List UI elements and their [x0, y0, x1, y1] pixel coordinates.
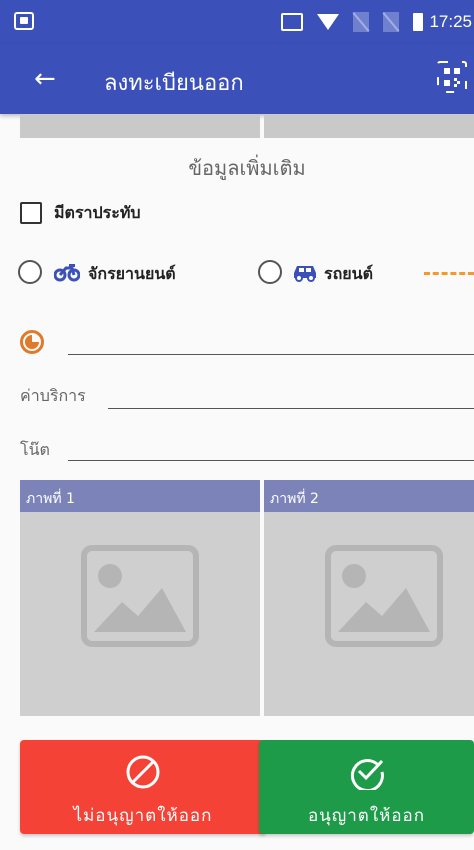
- image-placeholder-icon: [81, 545, 199, 647]
- cast-icon: [281, 13, 304, 31]
- fee-input[interactable]: [108, 408, 474, 409]
- check-circle-icon: [350, 759, 384, 790]
- prohibited-icon: [126, 755, 160, 789]
- deny-exit-button[interactable]: ไม่อนุญาตให้ออก: [20, 740, 266, 834]
- page-title: ลงทะเบียนออก: [104, 71, 244, 96]
- screen-capture-icon: [14, 12, 34, 30]
- car-label: รถยนต์: [324, 264, 373, 283]
- battery-icon: [413, 13, 424, 31]
- image-placeholder-icon: [325, 545, 443, 647]
- stamp-row[interactable]: มีตราประทับ: [20, 198, 141, 228]
- back-arrow-icon[interactable]: ←: [34, 66, 56, 92]
- photo-slot-2[interactable]: ภาพที่ 2: [264, 480, 474, 716]
- photo-slot-1[interactable]: ภาพที่ 1: [20, 480, 260, 716]
- note-label: โน๊ต: [20, 440, 50, 459]
- no-sim-icon: [353, 12, 370, 32]
- top-card-1: [20, 114, 260, 138]
- time-icon: [20, 330, 44, 354]
- section-title: ข้อมูลเพิ่มเติม: [188, 156, 306, 180]
- radio-car[interactable]: [258, 260, 282, 284]
- qr-scan-icon[interactable]: [437, 61, 467, 93]
- note-input[interactable]: [68, 460, 474, 461]
- deny-exit-label: ไม่อนุญาตให้ออก: [73, 806, 213, 826]
- radio-motorcycle[interactable]: [18, 260, 42, 284]
- photo-1-label: ภาพที่ 1: [20, 480, 260, 512]
- allow-exit-label: อนุญาตให้ออก: [307, 806, 426, 826]
- app-bar: ← ลงทะเบียนออก: [0, 44, 474, 114]
- vehicle-type-group: จักรยานยนต์ รถยนต์: [18, 258, 474, 292]
- top-card-2: [264, 114, 474, 138]
- motorcycle-icon: [54, 264, 80, 282]
- stamp-checkbox[interactable]: [20, 202, 42, 224]
- stamp-label: มีตราประทับ: [54, 202, 141, 222]
- photo-2-label: ภาพที่ 2: [264, 480, 474, 512]
- motorcycle-label: จักรยานยนต์: [88, 264, 176, 283]
- photo-grid: ภาพที่ 1 ภาพที่ 2: [20, 480, 474, 716]
- wifi-icon: [317, 14, 340, 30]
- allow-exit-button[interactable]: อนุญาตให้ออก: [259, 740, 474, 834]
- more-options-dashes: [424, 272, 474, 275]
- status-time: 17:25: [429, 12, 472, 31]
- time-field[interactable]: [68, 354, 474, 355]
- car-icon: [294, 266, 316, 282]
- status-bar: 17:25: [0, 0, 474, 44]
- no-sim-icon-2: [383, 12, 400, 32]
- top-cards: [20, 114, 474, 138]
- fee-label: ค่าบริการ: [20, 386, 86, 405]
